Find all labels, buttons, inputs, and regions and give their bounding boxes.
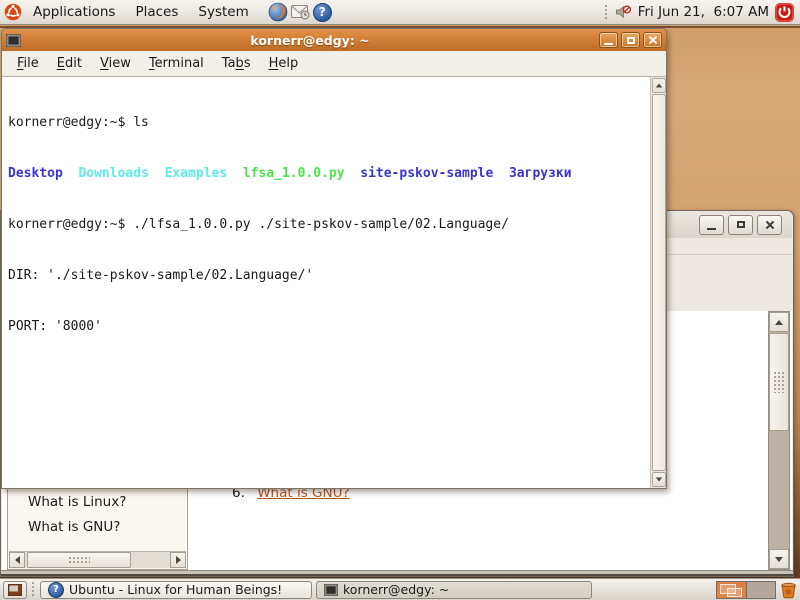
scroll-up-arrow-icon[interactable] <box>769 312 789 332</box>
close-icon <box>765 220 775 230</box>
clock[interactable]: Fri Jun 21, 6:07 AM <box>638 4 769 20</box>
minimize-icon <box>707 228 716 230</box>
terminal-body[interactable]: kornerr@edgy:~$ ls Desktop Downloads Exa… <box>2 76 666 488</box>
menu-places[interactable]: Places <box>126 2 187 22</box>
terminal-menu-tabs[interactable]: Tabs <box>213 53 260 74</box>
terminal-icon <box>324 584 338 596</box>
taskbar-handle[interactable] <box>31 581 36 598</box>
maximize-button[interactable] <box>728 215 753 235</box>
terminal-titlebar[interactable]: kornerr@edgy: ~ <box>2 29 666 51</box>
terminal-line: DIR: './site-pskov-sample/02.Language/' <box>8 267 644 284</box>
panel-handle[interactable] <box>604 4 609 21</box>
terminal-window-icon <box>6 34 21 47</box>
grip-dots-icon <box>773 371 785 393</box>
ls-entry: lfsa_1.0.0.py <box>243 166 345 181</box>
ls-entry: site-pskov-sample <box>360 166 493 181</box>
top-panel: Applications Places System ? <box>0 0 800 25</box>
scroll-down-arrow-icon[interactable] <box>652 472 666 487</box>
task-label: kornerr@edgy: ~ <box>343 582 449 597</box>
sidebar-link[interactable]: What is Linux? <box>28 494 126 510</box>
terminal-scrollbar[interactable] <box>650 77 666 488</box>
terminal-ls-line: Desktop Downloads Examples lfsa_1.0.0.py… <box>8 165 644 182</box>
menu-applications[interactable]: Applications <box>24 2 124 22</box>
sidebar-horizontal-scrollbar[interactable] <box>9 551 186 568</box>
ls-entry: Downloads <box>78 166 148 181</box>
terminal-menu-view[interactable]: View <box>91 53 140 74</box>
trash-icon[interactable] <box>780 581 797 599</box>
terminal-menu-edit[interactable]: Edit <box>48 53 91 74</box>
volume-muted-icon[interactable] <box>615 4 632 20</box>
terminal-text[interactable]: kornerr@edgy:~$ ls Desktop Downloads Exa… <box>2 77 650 488</box>
scroll-left-arrow-icon[interactable] <box>9 552 25 568</box>
task-button-terminal[interactable]: kornerr@edgy: ~ <box>316 581 592 599</box>
terminal-scrollbar-thumb[interactable] <box>652 94 666 471</box>
terminal-menu-terminal[interactable]: Terminal <box>140 53 213 74</box>
maximize-button[interactable] <box>621 32 640 48</box>
browser-vertical-scrollbar[interactable] <box>768 311 790 570</box>
minimize-button[interactable] <box>699 215 724 235</box>
terminal-menu-help[interactable]: Help <box>260 53 308 74</box>
quit-button-icon[interactable] <box>775 3 794 22</box>
scroll-right-arrow-icon[interactable] <box>170 552 186 568</box>
task-button-browser[interactable]: ? Ubuntu - Linux for Human Beings! <box>40 581 312 599</box>
terminal-line: PORT: '8000' <box>8 318 644 335</box>
close-button[interactable] <box>643 32 662 48</box>
ubuntu-logo-icon[interactable] <box>4 3 22 21</box>
close-button[interactable] <box>757 215 782 235</box>
scroll-down-arrow-icon[interactable] <box>769 549 789 569</box>
terminal-line: kornerr@edgy:~$ ls <box>8 114 644 131</box>
ls-entry: Загрузки <box>509 166 572 181</box>
ls-entry: Desktop <box>8 166 63 181</box>
workspace-switcher[interactable] <box>716 581 776 599</box>
minimize-icon <box>604 43 613 45</box>
firefox-launcher-icon[interactable] <box>268 2 288 22</box>
grip-dots-icon <box>68 556 90 565</box>
help-icon: ? <box>48 582 64 598</box>
task-label: Ubuntu - Linux for Human Beings! <box>69 582 282 597</box>
terminal-title: kornerr@edgy: ~ <box>24 33 596 48</box>
help-launcher-icon[interactable]: ? <box>313 3 332 22</box>
terminal-menu-file[interactable]: File <box>8 53 48 74</box>
browser-bottom-border <box>1 570 793 576</box>
terminal-window: kornerr@edgy: ~ FileEditViewTerminalTabs… <box>1 28 667 489</box>
workspace-1[interactable] <box>717 582 746 598</box>
mail-launcher-icon[interactable] <box>291 4 310 20</box>
workspace-2[interactable] <box>746 582 775 598</box>
browser-scrollbar-thumb[interactable] <box>769 333 789 431</box>
scroll-up-arrow-icon[interactable] <box>652 78 666 93</box>
sidebar-scrollbar-thumb[interactable] <box>27 552 131 568</box>
ls-entry: Examples <box>165 166 228 181</box>
close-icon <box>648 35 658 45</box>
taskbar: ? Ubuntu - Linux for Human Beings! korne… <box>0 578 800 600</box>
terminal-menubar: FileEditViewTerminalTabsHelp <box>2 51 666 76</box>
minimize-button[interactable] <box>599 32 618 48</box>
terminal-line: kornerr@edgy:~$ ./lfsa_1.0.0.py ./site-p… <box>8 216 644 233</box>
menu-system[interactable]: System <box>189 2 257 22</box>
maximize-icon <box>737 221 745 228</box>
show-desktop-button[interactable] <box>3 581 27 599</box>
sidebar-link[interactable]: What is GNU? <box>28 519 120 535</box>
maximize-icon <box>627 37 635 44</box>
desktop: { "panel": { "menus": ["Applications", "… <box>0 0 800 600</box>
mini-window-icon <box>727 588 742 597</box>
show-desktop-icon <box>8 584 22 596</box>
